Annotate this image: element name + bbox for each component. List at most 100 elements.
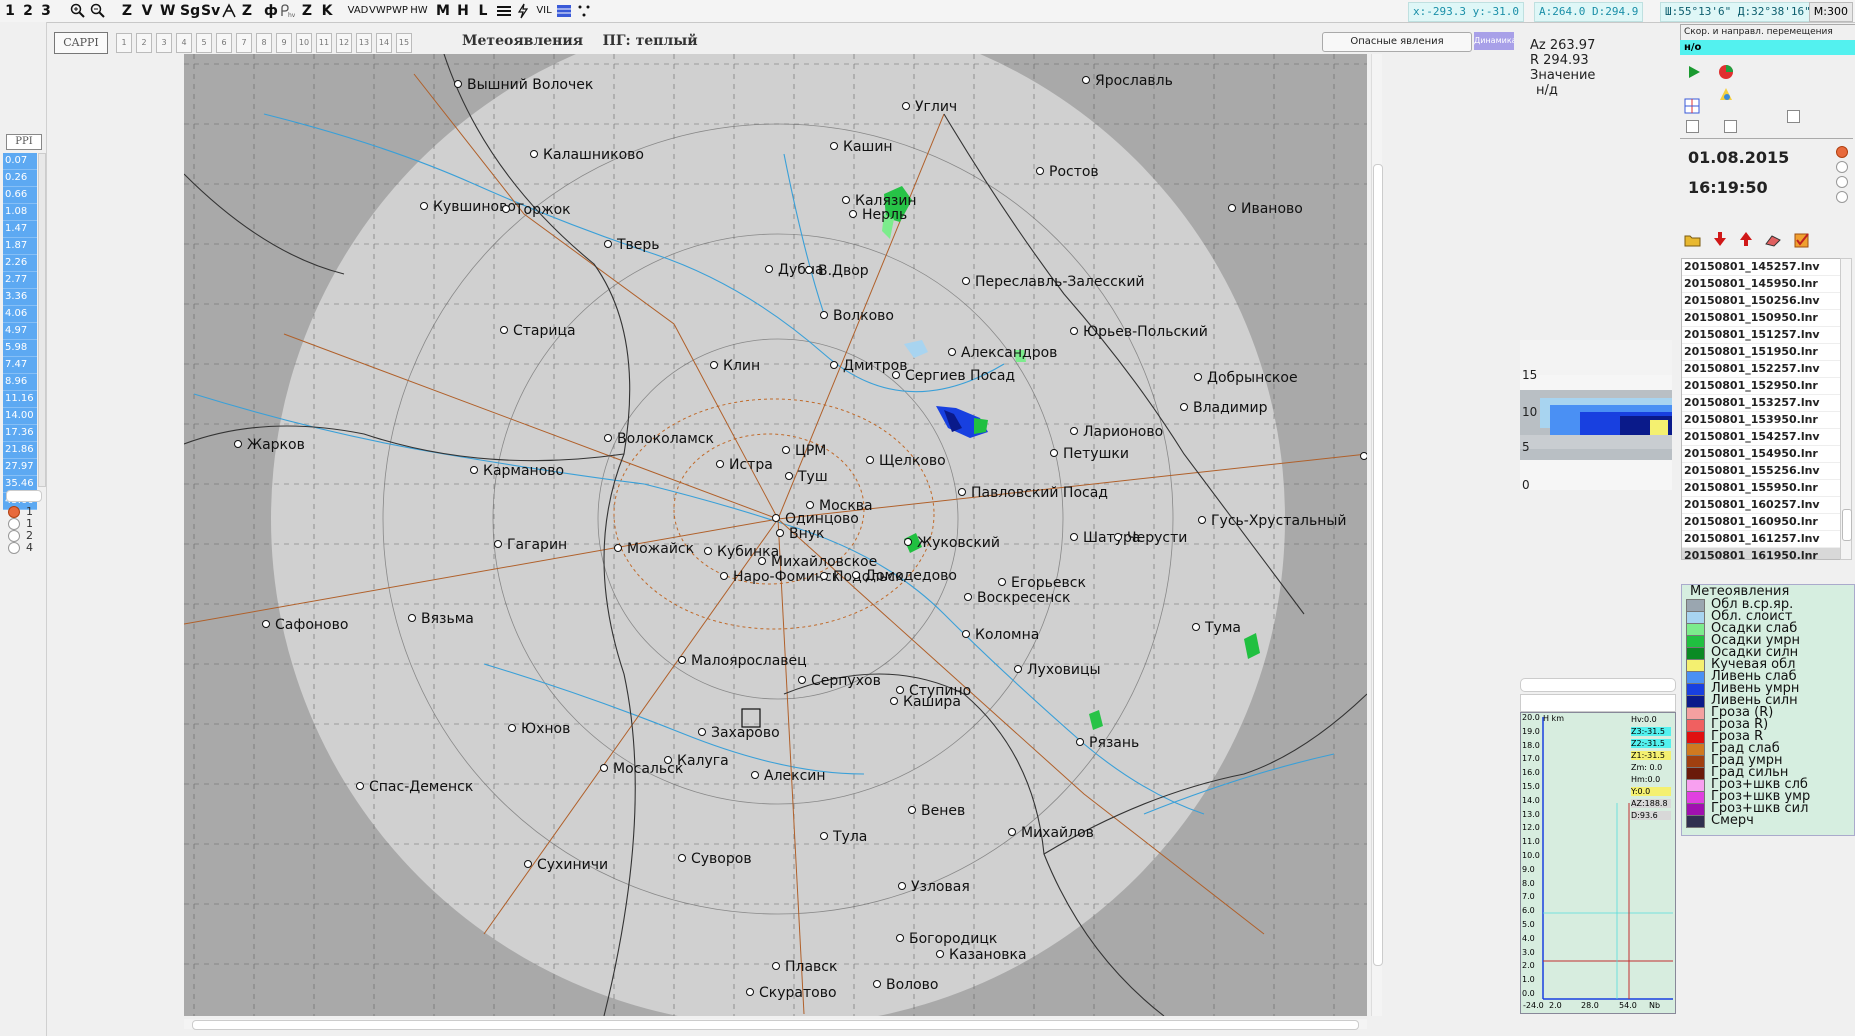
file-list-item[interactable]: 20150801_154950.lnr: [1682, 446, 1840, 463]
cross-section-preview[interactable]: 15 10 5 0: [1520, 340, 1672, 492]
file-list-item[interactable]: 20150801_155950.lnr: [1682, 480, 1840, 497]
file-list-item[interactable]: 20150801_153257.lnv: [1682, 395, 1840, 412]
checkbox[interactable]: [1686, 120, 1699, 133]
radio-button[interactable]: [8, 530, 20, 542]
radio-button[interactable]: [8, 518, 20, 530]
level-tab-5[interactable]: 5: [196, 33, 212, 53]
view2-button[interactable]: 2: [22, 2, 34, 20]
arrow-down-icon[interactable]: [1712, 230, 1728, 248]
file-list-item[interactable]: 20150801_150950.lnr: [1682, 310, 1840, 327]
palette-icon[interactable]: [1718, 86, 1734, 102]
map-horizontal-scrollbar[interactable]: [184, 1019, 1367, 1030]
level-tab-2[interactable]: 2: [136, 33, 152, 53]
level-tab-8[interactable]: 8: [256, 33, 272, 53]
height-profile-panel[interactable]: 20.0 19.0 18.0 17.0 16.0 15.0 14.0 13.0 12.0 11.0…: [1520, 712, 1676, 1014]
lc-button[interactable]: L: [476, 2, 490, 20]
hw-button[interactable]: HW: [410, 2, 428, 20]
radio-button[interactable]: [8, 506, 20, 518]
grid-select-icon[interactable]: [1684, 98, 1700, 114]
level-tab-9[interactable]: 9: [276, 33, 292, 53]
zdr-button[interactable]: Z: [240, 2, 254, 20]
radio-row[interactable]: 4: [8, 542, 33, 554]
velocity-v-button[interactable]: V: [141, 2, 153, 20]
file-list-item[interactable]: 20150801_151257.lnv: [1682, 327, 1840, 344]
zoom-in-icon[interactable]: [70, 3, 86, 19]
open-folder-icon[interactable]: [1684, 232, 1702, 248]
level-tab-7[interactable]: 7: [236, 33, 252, 53]
checkbox[interactable]: [1787, 110, 1800, 123]
file-list-item[interactable]: 20150801_152257.lnv: [1682, 361, 1840, 378]
map-canvas[interactable]: Вышний Волочек Калашниково Кувшиново Торжок…: [184, 54, 1367, 1016]
layers-icon[interactable]: [496, 3, 512, 19]
pie-chart-icon[interactable]: [1718, 64, 1734, 80]
sg-button[interactable]: Sg: [180, 2, 200, 20]
cross-section-scrollbar[interactable]: [1520, 678, 1676, 692]
radio-button[interactable]: [1836, 146, 1848, 158]
sv-button[interactable]: Sv: [201, 2, 220, 20]
map-vertical-scrollbar[interactable]: [1371, 54, 1383, 1016]
file-list-item[interactable]: 20150801_145950.lnr: [1682, 276, 1840, 293]
file-list-item[interactable]: 20150801_160950.lnr: [1682, 514, 1840, 531]
level-tab-3[interactable]: 3: [156, 33, 172, 53]
file-list-item[interactable]: 20150801_150256.lnv: [1682, 293, 1840, 310]
level-tab-15[interactable]: 15: [396, 33, 412, 53]
file-list-item[interactable]: 20150801_145257.lnv: [1682, 259, 1840, 276]
file-list-item[interactable]: 20150801_152950.lnr: [1682, 378, 1840, 395]
file-list-item[interactable]: 20150801_161950.lnr: [1682, 548, 1840, 559]
dangerous-phenomena-button[interactable]: Опасные явления: [1322, 32, 1472, 52]
lambda-icon[interactable]: [221, 3, 237, 19]
lightning-icon[interactable]: [515, 3, 531, 19]
level-tab-13[interactable]: 13: [356, 33, 372, 53]
city-name: Плавск: [785, 959, 837, 975]
reflectivity-z-button[interactable]: Z: [121, 2, 133, 20]
file-list-item[interactable]: 20150801_154257.lnv: [1682, 429, 1840, 446]
vil-button[interactable]: VIL: [534, 2, 554, 20]
rho-hv-icon[interactable]: hv: [279, 3, 295, 19]
file-list-item[interactable]: 20150801_155256.lnv: [1682, 463, 1840, 480]
dynamics-button[interactable]: Динамика: [1474, 32, 1514, 50]
file-list-item[interactable]: 20150801_153950.lnr: [1682, 412, 1840, 429]
level-tab-6[interactable]: 6: [216, 33, 232, 53]
cross-section-field[interactable]: [1520, 694, 1676, 712]
radar-map[interactable]: Вышний Волочек Калашниково Кувшиново Торжок…: [184, 54, 1367, 1016]
eraser-icon[interactable]: [1764, 232, 1782, 248]
zv-button[interactable]: Z: [300, 2, 314, 20]
wp-button[interactable]: WP: [391, 2, 409, 20]
radio-button[interactable]: [1836, 176, 1848, 188]
scale-hscrollbar[interactable]: [6, 490, 42, 502]
file-list-item[interactable]: 20150801_161257.lnv: [1682, 531, 1840, 548]
level-tab-10[interactable]: 10: [296, 33, 312, 53]
scale-scrollbar[interactable]: [38, 153, 46, 487]
cappi-tab[interactable]: CAPPI: [54, 32, 108, 54]
level-tab-1[interactable]: 1: [116, 33, 132, 53]
level-tab-11[interactable]: 11: [316, 33, 332, 53]
city-marker-icon: [1198, 516, 1206, 524]
scan-file-list[interactable]: 20150801_145257.lnv 20150801_145950.lnr 20…: [1681, 258, 1841, 560]
arrow-up-icon[interactable]: [1738, 230, 1754, 248]
vad-button[interactable]: VAD: [347, 2, 369, 20]
hc-button[interactable]: H: [456, 2, 470, 20]
ppi-label[interactable]: PPI: [6, 134, 42, 150]
radio-button[interactable]: [8, 542, 20, 554]
file-list-item[interactable]: 20150801_160257.lnv: [1682, 497, 1840, 514]
vwp-button[interactable]: VWP: [369, 2, 392, 20]
checklist-icon[interactable]: [1794, 232, 1810, 248]
radio-button[interactable]: [1836, 191, 1848, 203]
grid-icon[interactable]: [556, 3, 572, 19]
width-w-button[interactable]: W: [160, 2, 175, 20]
radio-button[interactable]: [1836, 161, 1848, 173]
play-icon[interactable]: [1686, 64, 1702, 80]
level-tab-4[interactable]: 4: [176, 33, 192, 53]
file-list-scrollbar[interactable]: [1840, 258, 1852, 560]
file-list-item[interactable]: 20150801_151950.lnr: [1682, 344, 1840, 361]
points-icon[interactable]: [576, 3, 592, 19]
checkbox[interactable]: [1724, 120, 1737, 133]
level-tab-14[interactable]: 14: [376, 33, 392, 53]
view1-button[interactable]: 1: [4, 2, 16, 20]
kdp-button[interactable]: K: [320, 2, 334, 20]
view3-button[interactable]: 3: [40, 2, 52, 20]
m-button[interactable]: M: [436, 2, 450, 20]
level-tab-12[interactable]: 12: [336, 33, 352, 53]
phi-button[interactable]: ф: [264, 2, 278, 20]
zoom-out-icon[interactable]: [90, 3, 106, 19]
